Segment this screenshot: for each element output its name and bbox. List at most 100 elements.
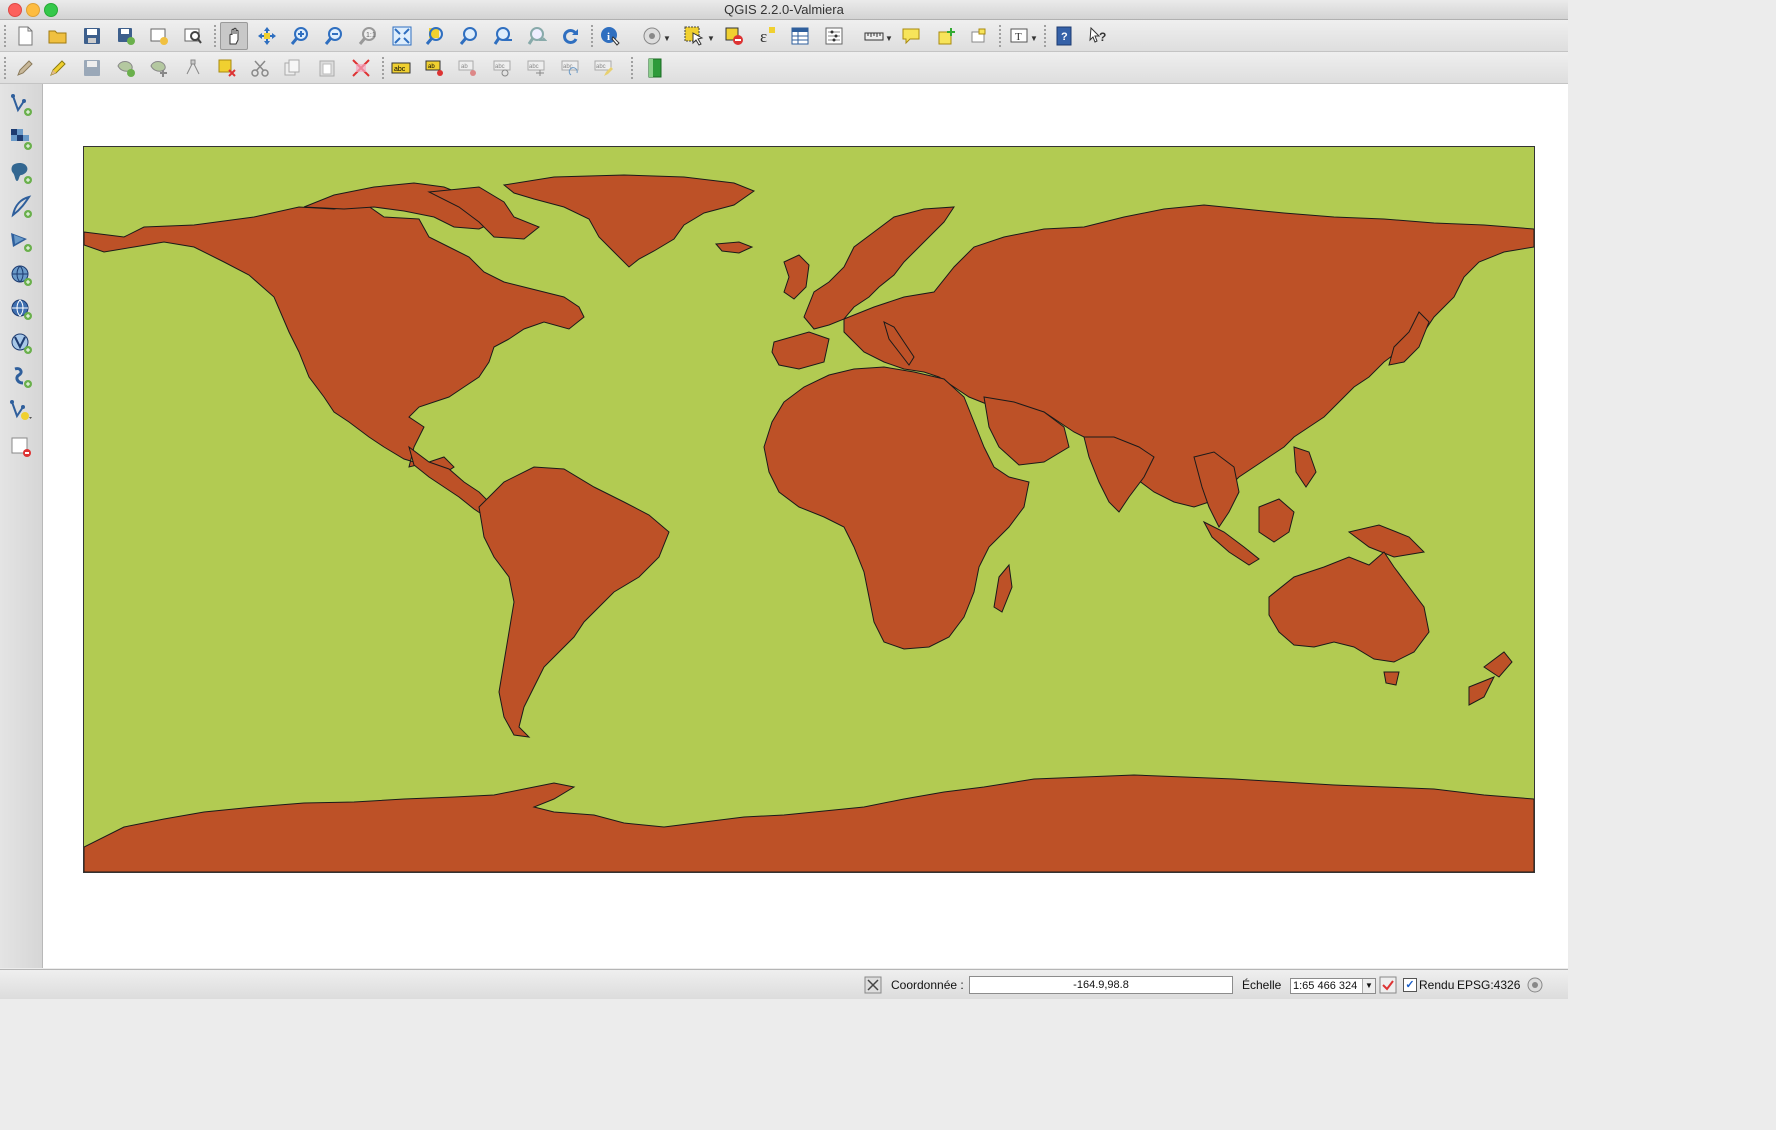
statistics-icon[interactable] <box>822 24 846 48</box>
coordinate-label: Coordonnée : <box>891 977 964 992</box>
svg-text:T: T <box>1015 31 1022 43</box>
text-annotation-icon[interactable]: T <box>1007 24 1031 48</box>
rotate-label-icon[interactable]: abc <box>525 56 549 80</box>
stop-rendering-icon[interactable] <box>1379 970 1397 999</box>
cut-features-icon[interactable] <box>248 56 272 80</box>
svg-text:ab: ab <box>461 64 468 70</box>
svg-text:ab: ab <box>428 64 435 70</box>
change-label-icon[interactable]: abc <box>559 56 583 80</box>
zoom-to-layer-icon[interactable] <box>457 24 481 48</box>
add-postgis-layer-icon[interactable] <box>8 160 34 186</box>
toggle-editing-icon[interactable] <box>46 56 70 80</box>
toolbar-grip[interactable] <box>591 25 596 47</box>
show-bookmarks-icon[interactable] <box>967 24 991 48</box>
node-tool-icon[interactable] <box>181 56 205 80</box>
status-bar: Coordonnée : -164.9,98.8 Échelle 1:65 46… <box>0 969 1568 999</box>
layer-color-icon[interactable] <box>643 56 667 80</box>
label-tool-icon[interactable] <box>349 56 373 80</box>
coordinate-toggle-icon[interactable] <box>864 970 882 999</box>
field-calculator-icon[interactable]: ε <box>755 24 779 48</box>
move-feature-icon[interactable] <box>147 56 171 80</box>
save-project-icon[interactable] <box>80 24 104 48</box>
add-vector-layer-icon[interactable] <box>8 92 34 118</box>
pan-icon[interactable] <box>220 22 248 50</box>
save-as-icon[interactable] <box>114 24 138 48</box>
toolbar-grip[interactable] <box>382 57 387 79</box>
annotation-dropdown-icon[interactable]: ▼ <box>1030 34 1038 43</box>
svg-text:?: ? <box>1061 31 1068 43</box>
toolbar-grip[interactable] <box>4 57 9 79</box>
edit-html-icon[interactable]: abc <box>592 56 616 80</box>
messages-icon[interactable] <box>1526 970 1544 999</box>
help-icon[interactable]: ? <box>1052 24 1076 48</box>
add-mssql-layer-icon[interactable] <box>8 228 34 254</box>
show-hide-labels-icon[interactable]: ab <box>456 56 480 80</box>
add-wfs-layer-icon[interactable] <box>8 330 34 356</box>
world-map[interactable] <box>83 146 1535 873</box>
svg-text:i: i <box>607 31 610 43</box>
add-spatialite-layer-icon[interactable] <box>8 194 34 220</box>
zoom-in-icon[interactable] <box>288 24 312 48</box>
current-edits-icon[interactable] <box>13 56 37 80</box>
remove-layer-icon[interactable] <box>8 434 34 460</box>
coordinate-field[interactable]: -164.9,98.8 <box>969 976 1233 994</box>
zoom-last-icon[interactable] <box>491 24 515 48</box>
move-label-icon[interactable]: abc <box>491 56 515 80</box>
zoom-out-icon[interactable] <box>322 24 346 48</box>
copy-features-icon[interactable] <box>280 56 304 80</box>
add-delimited-text-icon[interactable] <box>8 364 34 390</box>
refresh-icon[interactable] <box>558 24 582 48</box>
new-shapefile-icon[interactable] <box>8 398 34 424</box>
add-feature-icon[interactable] <box>114 56 138 80</box>
svg-text:?: ? <box>1099 30 1106 44</box>
new-print-composer-icon[interactable] <box>147 24 171 48</box>
render-label: Rendu <box>1419 977 1455 992</box>
crs-status-button[interactable]: EPSG:4326 <box>1457 970 1520 999</box>
main-toolbar: 1:1 i ▼ ▼ ε ▼ T ▼ ? ? <box>0 20 1568 52</box>
add-wms-layer-icon[interactable] <box>8 262 34 288</box>
svg-text:abc: abc <box>495 64 505 70</box>
attribute-table-icon[interactable] <box>788 24 812 48</box>
whats-this-icon[interactable]: ? <box>1086 24 1110 48</box>
pan-to-selection-icon[interactable] <box>255 24 279 48</box>
world-map-svg <box>84 147 1534 872</box>
map-canvas[interactable] <box>43 84 1568 968</box>
zoom-actual-size-icon[interactable]: 1:1 <box>356 24 380 48</box>
run-action-icon[interactable] <box>640 24 664 48</box>
add-raster-layer-icon[interactable] <box>8 126 34 152</box>
zoom-next-icon[interactable] <box>525 24 549 48</box>
pin-labels-icon[interactable]: ab <box>423 56 447 80</box>
open-project-icon[interactable] <box>46 24 70 48</box>
render-checkbox[interactable]: ✓ <box>1403 978 1417 992</box>
composer-manager-icon[interactable] <box>181 24 205 48</box>
new-project-icon[interactable] <box>13 24 37 48</box>
manage-layers-toolbar <box>0 84 43 968</box>
identify-icon[interactable]: i <box>598 24 622 48</box>
scale-dropdown-icon[interactable]: ▼ <box>1362 979 1375 993</box>
svg-text:abc: abc <box>394 66 406 73</box>
delete-selected-icon[interactable] <box>215 56 239 80</box>
toolbar-grip[interactable] <box>4 25 9 47</box>
zoom-full-icon[interactable] <box>390 24 414 48</box>
select-features-icon[interactable] <box>682 24 706 48</box>
deselect-icon[interactable] <box>722 24 746 48</box>
zoom-to-selection-icon[interactable] <box>423 24 447 48</box>
run-action-dropdown-icon[interactable]: ▼ <box>663 34 671 43</box>
paste-features-icon[interactable] <box>315 56 339 80</box>
select-dropdown-icon[interactable]: ▼ <box>707 34 715 43</box>
layer-labeling-icon[interactable]: abc <box>389 56 413 80</box>
title-bar: QGIS 2.2.0-Valmiera <box>0 0 1568 20</box>
toolbar-grip[interactable] <box>999 25 1004 47</box>
toolbar-grip[interactable] <box>214 25 219 47</box>
map-tips-icon[interactable] <box>899 24 923 48</box>
save-edits-icon[interactable] <box>80 56 104 80</box>
new-bookmark-icon[interactable] <box>934 24 958 48</box>
scale-combobox[interactable]: 1:65 466 324 ▼ <box>1290 978 1376 994</box>
toolbar-grip[interactable] <box>1044 25 1049 47</box>
measure-icon[interactable] <box>862 24 886 48</box>
add-wcs-layer-icon[interactable] <box>8 296 34 322</box>
measure-dropdown-icon[interactable]: ▼ <box>885 34 893 43</box>
toolbar-grip[interactable] <box>631 57 636 79</box>
svg-text:1:1: 1:1 <box>366 32 376 39</box>
window-title: QGIS 2.2.0-Valmiera <box>724 2 844 17</box>
